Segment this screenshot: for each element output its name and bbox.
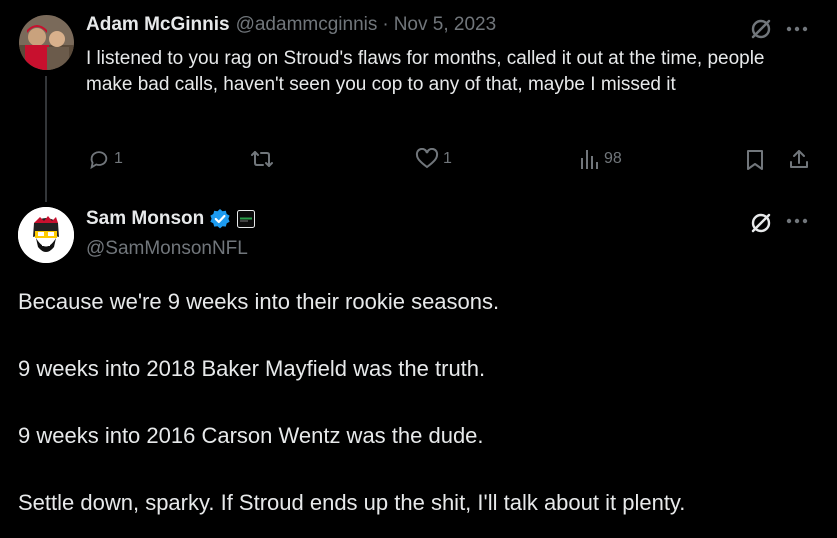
- tweet-paragraph: Because we're 9 weeks into their rookie …: [18, 289, 500, 314]
- reply-avatar[interactable]: [19, 15, 74, 70]
- retweet-button[interactable]: [250, 148, 274, 170]
- retweet-icon: [251, 151, 273, 167]
- views-icon: [581, 150, 598, 169]
- reply-count: 1: [114, 150, 123, 167]
- like-button[interactable]: 1: [415, 148, 452, 170]
- tweet-paragraph: 9 weeks into 2016 Carson Wentz was the d…: [18, 423, 484, 448]
- more-icon[interactable]: [785, 18, 809, 40]
- grok-icon[interactable]: [748, 210, 774, 236]
- affiliate-badge-icon[interactable]: [237, 210, 256, 228]
- share-icon[interactable]: [788, 147, 810, 171]
- reply-author-name[interactable]: Adam McGinnis: [86, 14, 230, 36]
- more-icon[interactable]: [785, 210, 809, 232]
- tweet-paragraph: 9 weeks into 2018 Baker Mayfield was the…: [18, 356, 486, 381]
- reply-text: I listened to you rag on Stroud's flaws …: [86, 48, 765, 95]
- main-avatar[interactable]: [18, 207, 74, 263]
- reply-separator: ·: [382, 14, 389, 35]
- main-author-name[interactable]: Sam Monson: [86, 208, 204, 230]
- views-button[interactable]: 98: [580, 148, 622, 170]
- views-count: 98: [604, 150, 622, 167]
- like-icon: [415, 148, 439, 169]
- reply-author-handle[interactable]: @adammcginnis: [236, 14, 378, 36]
- reply-date[interactable]: Nov 5, 2023: [394, 14, 496, 36]
- reply-button[interactable]: 1: [88, 148, 123, 170]
- tweet-paragraph: Settle down, sparky. If Stroud ends up t…: [18, 490, 686, 515]
- thread-line: [45, 76, 47, 202]
- grok-icon[interactable]: [748, 16, 774, 42]
- main-author-handle[interactable]: @SamMonsonNFL: [86, 238, 248, 260]
- like-count: 1: [443, 150, 452, 167]
- reply-icon: [90, 151, 108, 170]
- verified-badge-icon: [209, 208, 231, 230]
- bookmark-icon[interactable]: [744, 148, 766, 172]
